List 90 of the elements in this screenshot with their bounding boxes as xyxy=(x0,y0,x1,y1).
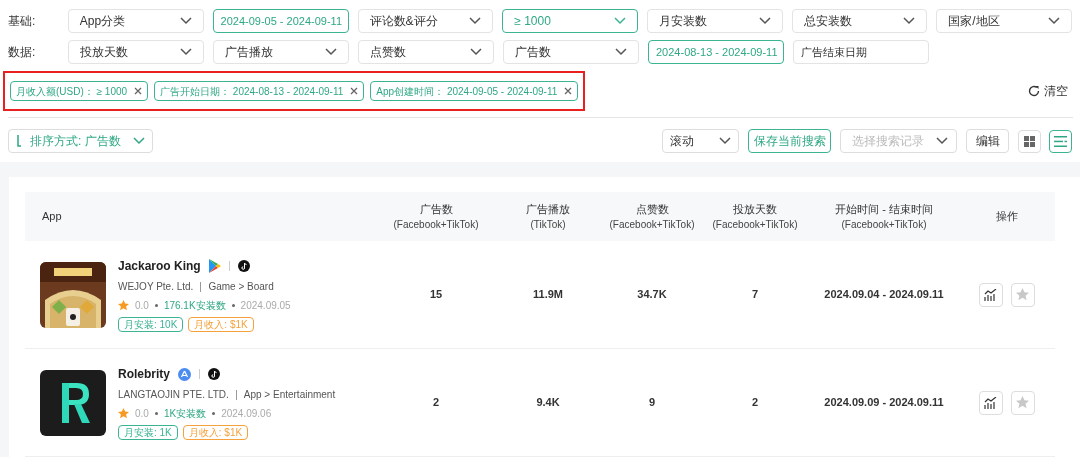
filter-select[interactable]: 评论数&评分 xyxy=(357,9,494,33)
installs-text: 1K安装数 xyxy=(163,407,207,421)
category-text: Game > Board xyxy=(208,280,274,294)
release-date: 2024.09.05 xyxy=(240,299,291,313)
mode-select[interactable]: 滚动 xyxy=(662,129,739,153)
date-range-field[interactable]: 广告结束日期 xyxy=(793,40,929,64)
column-subheader: (Facebook+TikTok) xyxy=(712,218,798,233)
filter-select[interactable]: App分类 xyxy=(67,9,204,33)
filter-chip: App创建时间： 2024-09-05 - 2024-09-11 xyxy=(370,81,579,101)
chevron-icon xyxy=(180,48,192,56)
list-icon xyxy=(1054,135,1067,147)
rating-text: 0.0 xyxy=(135,407,149,421)
close-icon[interactable] xyxy=(350,87,359,95)
chevron-icon xyxy=(758,17,771,25)
trend-chart-icon xyxy=(984,288,997,301)
close-icon[interactable] xyxy=(564,87,573,95)
filter-select[interactable]: 广告数 xyxy=(503,40,639,64)
tiktok-icon xyxy=(237,260,250,272)
metric-tag: 月收入: $1K xyxy=(188,317,254,332)
edit-button[interactable]: 编辑 xyxy=(966,129,1009,153)
table-cell-text: 2 xyxy=(751,395,759,411)
metric-tag: 月安装: 1K xyxy=(118,425,178,440)
filter-chip: 广告开始日期： 2024-08-13 - 2024-09-11 xyxy=(154,81,365,101)
chevron-icon xyxy=(469,17,482,25)
table-cell-text: 9 xyxy=(648,395,656,411)
filter-select[interactable]: 广告播放 xyxy=(213,40,349,64)
chevron-icon xyxy=(1048,17,1060,25)
column-header: 点赞数 xyxy=(635,201,669,217)
chevron-icon xyxy=(470,48,482,56)
chevron-icon xyxy=(903,17,916,25)
filter-select[interactable]: 点赞数 xyxy=(358,40,494,64)
table-cell-text: 34.7K xyxy=(637,287,667,303)
app-name: Jackaroo King xyxy=(118,258,201,275)
list-view-button[interactable] xyxy=(1049,129,1072,153)
tiktok-icon xyxy=(208,368,220,380)
table-cell-text: 2024.09.09 - 2024.09.11 xyxy=(824,395,944,411)
table-cell-text: 9.4K xyxy=(536,395,560,411)
filter-label: 数据: xyxy=(8,44,37,61)
chart-button[interactable] xyxy=(978,390,1003,415)
developer-name: LANGTAOJIN PTE. LTD. xyxy=(118,388,229,402)
star-icon xyxy=(1016,396,1029,409)
star-icon xyxy=(118,408,129,419)
chevron-icon xyxy=(325,48,337,56)
trend-chart-icon xyxy=(984,396,997,409)
metric-tag: 月安装: 10K xyxy=(118,317,184,332)
column-subheader: (Facebook+TikTok) xyxy=(609,218,695,233)
grid-icon xyxy=(1024,135,1035,147)
column-header: 投放天数 xyxy=(733,201,777,217)
chevron-icon xyxy=(613,17,626,25)
filter-label: 基础: xyxy=(8,13,37,30)
table-cell-text: 15 xyxy=(429,287,443,303)
close-icon[interactable] xyxy=(134,87,143,95)
chevron-icon xyxy=(936,137,948,145)
chevron-icon xyxy=(615,48,627,56)
column-header: 操作 xyxy=(995,209,1018,225)
chevron-icon xyxy=(179,17,192,25)
developer-name: WEJOY Pte. Ltd. xyxy=(118,280,194,294)
app-name: Rolebrity xyxy=(118,366,170,383)
app-store-icon xyxy=(178,367,191,381)
search-history-select[interactable]: 选择搜索记录 xyxy=(840,129,957,153)
filter-chip: 月收入额(USD)： ≥ 1000 xyxy=(10,81,149,101)
metric-tag: 月收入: $1K xyxy=(182,425,249,440)
filter-select[interactable]: 投放天数 xyxy=(68,40,204,64)
column-subheader: (Facebook+TikTok) xyxy=(841,218,927,233)
filter-select[interactable]: 国家/地区 xyxy=(936,9,1072,33)
column-header: 开始时间 - 结束时间 xyxy=(835,201,933,217)
filter-select[interactable]: 月安装数 xyxy=(646,9,783,33)
chevron-icon xyxy=(719,137,731,145)
star-icon xyxy=(1016,288,1029,301)
column-subheader: (TikTok) xyxy=(530,218,566,233)
table-cell-text: 2 xyxy=(432,395,440,411)
column-header: 广告播放 xyxy=(526,201,570,217)
category-text: App > Entertainment xyxy=(243,388,336,402)
table-cell-text: 7 xyxy=(751,287,759,303)
filter-select[interactable]: 总安装数 xyxy=(791,9,928,33)
rating-text: 0.0 xyxy=(135,299,149,313)
column-subheader: (Facebook+TikTok) xyxy=(393,218,479,233)
column-header: 广告数 xyxy=(419,201,453,217)
table-cell-text: 2024.09.04 - 2024.09.11 xyxy=(824,287,944,303)
chart-button[interactable] xyxy=(978,282,1003,307)
star-icon xyxy=(118,300,129,311)
grid-view-button[interactable] xyxy=(1018,129,1041,153)
clear-button[interactable]: 清空 xyxy=(1028,82,1072,100)
column-header: App xyxy=(42,209,63,225)
table-cell-text: 11.9M xyxy=(533,287,563,303)
refresh-icon xyxy=(1028,85,1040,97)
release-date: 2024.09.06 xyxy=(221,407,272,421)
installs-text: 176.1K安装数 xyxy=(163,299,226,313)
play-store-icon xyxy=(208,259,221,273)
chevron-icon xyxy=(132,137,145,145)
